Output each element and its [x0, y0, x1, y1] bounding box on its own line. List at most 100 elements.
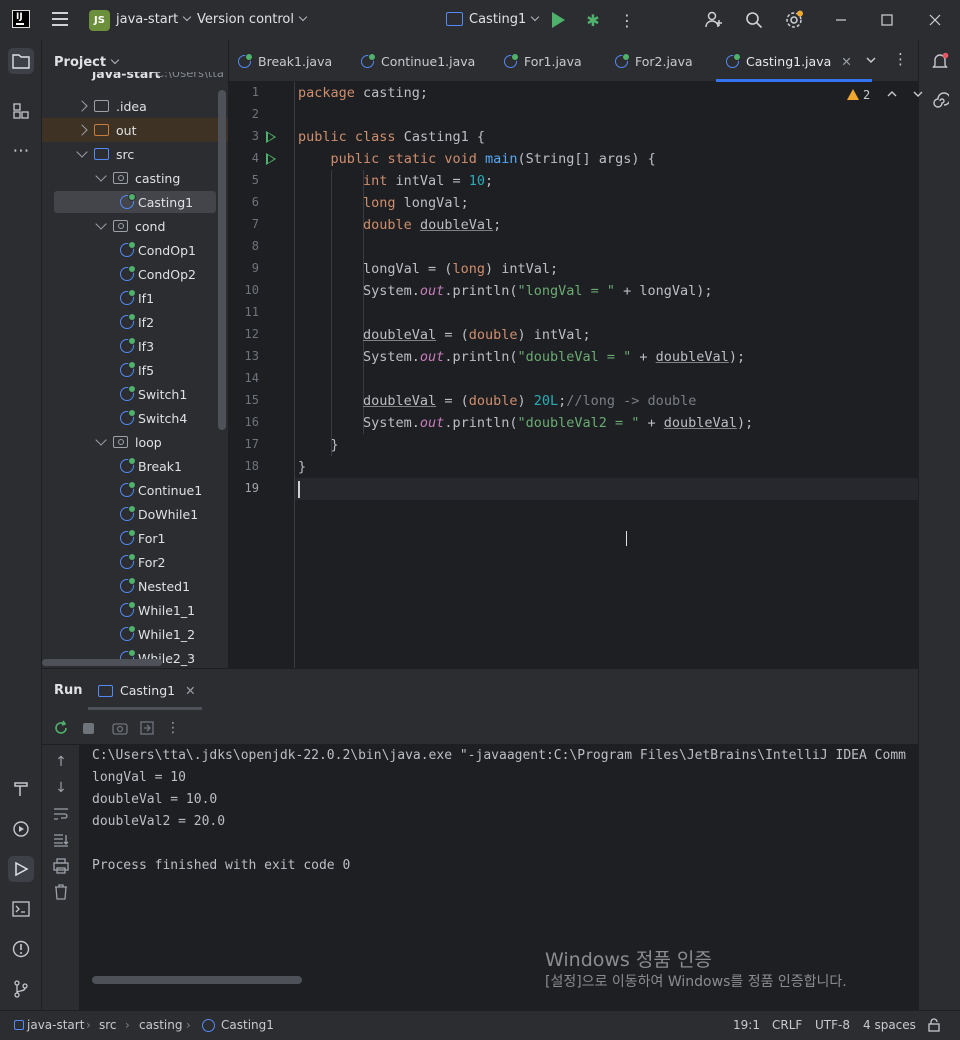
run-button[interactable] — [552, 12, 565, 28]
tree-horizontal-scrollbar[interactable] — [42, 659, 162, 666]
tree-item-break1[interactable]: Break1 — [42, 454, 228, 478]
project-switcher[interactable]: java-start — [116, 12, 190, 27]
more-actions-icon[interactable]: ⋮ — [616, 9, 638, 31]
intellij-logo-icon[interactable]: IJ — [12, 10, 30, 28]
tree-item-casting[interactable]: casting — [42, 166, 228, 190]
folder-icon — [94, 124, 109, 136]
tree-item-loop[interactable]: loop — [42, 430, 228, 454]
tree-item-switch4[interactable]: Switch4 — [42, 406, 228, 430]
chevron-right-icon[interactable] — [76, 124, 88, 136]
project-view-selector[interactable]: Project — [54, 55, 118, 70]
tab-for1[interactable]: For1.java — [504, 40, 582, 82]
soft-wrap-icon[interactable] — [52, 805, 70, 823]
clear-trash-icon[interactable] — [52, 883, 70, 901]
breadcrumb-casting[interactable]: casting — [139, 1018, 182, 1032]
line-separator[interactable]: CRLF — [772, 1018, 802, 1032]
run-main-gutter-icon[interactable] — [266, 153, 276, 165]
tree-item-condop1[interactable]: CondOp1 — [42, 238, 228, 262]
tree-item-for2[interactable]: For2 — [42, 550, 228, 574]
text-caret — [298, 481, 300, 498]
tab-for2[interactable]: For2.java — [615, 40, 693, 82]
search-icon[interactable] — [743, 9, 765, 31]
services-icon[interactable] — [8, 816, 34, 842]
tab-options-more-icon[interactable]: ⋮ — [893, 50, 908, 68]
tree-item-while1-2[interactable]: While1_2 — [42, 622, 228, 646]
tab-label: Casting1.java — [746, 53, 832, 69]
run-config-selector[interactable]: Casting1 — [469, 12, 538, 27]
more-tools-icon[interactable]: ⋯ — [8, 138, 34, 164]
tree-item-casting1[interactable]: Casting1 — [42, 190, 228, 214]
tree-item-nested1[interactable]: Nested1 — [42, 574, 228, 598]
maximize-window-icon[interactable] — [876, 9, 898, 31]
terminal-icon[interactable] — [8, 896, 34, 922]
breadcrumb-project[interactable]: java-start — [27, 1018, 84, 1032]
version-control-menu[interactable]: Version control — [197, 12, 306, 27]
notifications-bell-icon[interactable] — [927, 48, 953, 74]
tree-item-continue1[interactable]: Continue1 — [42, 478, 228, 502]
inspection-widget[interactable]: 2 — [847, 88, 923, 102]
tree-item-condop2[interactable]: CondOp2 — [42, 262, 228, 286]
screenshot-camera-icon[interactable] — [111, 719, 129, 737]
code-editor[interactable]: 1 2 3 4 5 6 7 8 9 10 11 12 13 14 15 16 17 18 19 package ca… — [229, 82, 923, 668]
debug-bug-icon[interactable]: ✱ — [582, 9, 604, 31]
tab-continue1[interactable]: Continue1.java — [361, 40, 475, 82]
arrow-down-icon[interactable]: ↓ — [52, 779, 70, 797]
chevron-down-icon[interactable] — [76, 146, 88, 158]
print-icon[interactable] — [52, 857, 70, 875]
tree-vertical-scrollbar[interactable] — [218, 90, 226, 430]
settings-gear-icon[interactable] — [783, 9, 805, 31]
close-window-icon[interactable] — [924, 9, 946, 31]
tab-close-icon[interactable]: ✕ — [841, 54, 851, 69]
minimize-window-icon[interactable] — [830, 9, 852, 31]
lock-icon[interactable] — [928, 1018, 940, 1035]
rerun-icon[interactable] — [52, 719, 70, 737]
chevron-down-icon[interactable] — [95, 170, 107, 182]
tree-item-if3[interactable]: If3 — [42, 334, 228, 358]
tree-item-if1[interactable]: If1 — [42, 286, 228, 310]
file-encoding[interactable]: UTF-8 — [815, 1018, 850, 1032]
add-user-icon[interactable] — [703, 9, 725, 31]
tree-item-for1[interactable]: For1 — [42, 526, 228, 550]
stop-icon[interactable] — [79, 719, 97, 737]
build-hammer-icon[interactable] — [8, 776, 34, 802]
project-folder-icon[interactable] — [8, 48, 34, 74]
chevron-down-icon[interactable] — [95, 434, 107, 446]
caret-position[interactable]: 19:1 — [733, 1018, 760, 1032]
git-branch-icon[interactable] — [8, 976, 34, 1002]
arrow-up-icon[interactable]: ↑ — [52, 753, 70, 771]
tree-item--idea[interactable]: .idea — [42, 94, 228, 118]
tree-item-if5[interactable]: If5 — [42, 358, 228, 382]
main-menu-hamburger-icon[interactable] — [52, 12, 68, 26]
run-tool-icon[interactable] — [8, 856, 34, 882]
next-highlight-chevron-down-icon[interactable] — [913, 88, 923, 102]
tab-break1[interactable]: Break1.java — [238, 40, 332, 82]
tree-item-switch1[interactable]: Switch1 — [42, 382, 228, 406]
project-badge[interactable]: JS — [89, 10, 110, 31]
console-horizontal-scrollbar[interactable] — [92, 976, 302, 984]
problems-icon[interactable] — [8, 936, 34, 962]
indent-setting[interactable]: 4 spaces — [863, 1018, 916, 1032]
tree-item-dowhile1[interactable]: DoWhile1 — [42, 502, 228, 526]
breadcrumb-src[interactable]: src — [99, 1018, 117, 1032]
scroll-to-end-icon[interactable] — [52, 831, 70, 849]
tree-item-cond[interactable]: cond — [42, 214, 228, 238]
prev-highlight-chevron-up-icon[interactable] — [887, 88, 897, 102]
tab-casting1[interactable]: Casting1.java ✕ — [716, 40, 872, 82]
breadcrumb-casting1[interactable]: Casting1 — [221, 1018, 274, 1032]
tree-item-while1-1[interactable]: While1_1 — [42, 598, 228, 622]
restore-layout-icon[interactable] — [138, 719, 156, 737]
run-tab-close-icon[interactable]: ✕ — [185, 683, 195, 698]
console-output[interactable]: C:\Users\tta\.jdks\openjdk-22.0.2\bin\ja… — [80, 745, 918, 1011]
tree-item-out[interactable]: out — [42, 118, 228, 142]
chevron-right-icon[interactable] — [76, 100, 88, 112]
run-class-gutter-icon[interactable] — [266, 131, 276, 143]
run-more-options-icon[interactable]: ⋮ — [164, 719, 182, 737]
tab-list-chevron-down-icon[interactable] — [865, 54, 877, 70]
run-tab-casting1[interactable]: Casting1 ✕ — [98, 683, 196, 698]
tree-item-src[interactable]: src — [42, 142, 228, 166]
tree-item-if2[interactable]: If2 — [42, 310, 228, 334]
tree-root-row[interactable]: java-start C:\Users\tta — [42, 72, 228, 86]
ai-assistant-spiral-icon[interactable] — [927, 88, 953, 114]
structure-icon[interactable] — [8, 98, 34, 124]
chevron-down-icon[interactable] — [95, 218, 107, 230]
